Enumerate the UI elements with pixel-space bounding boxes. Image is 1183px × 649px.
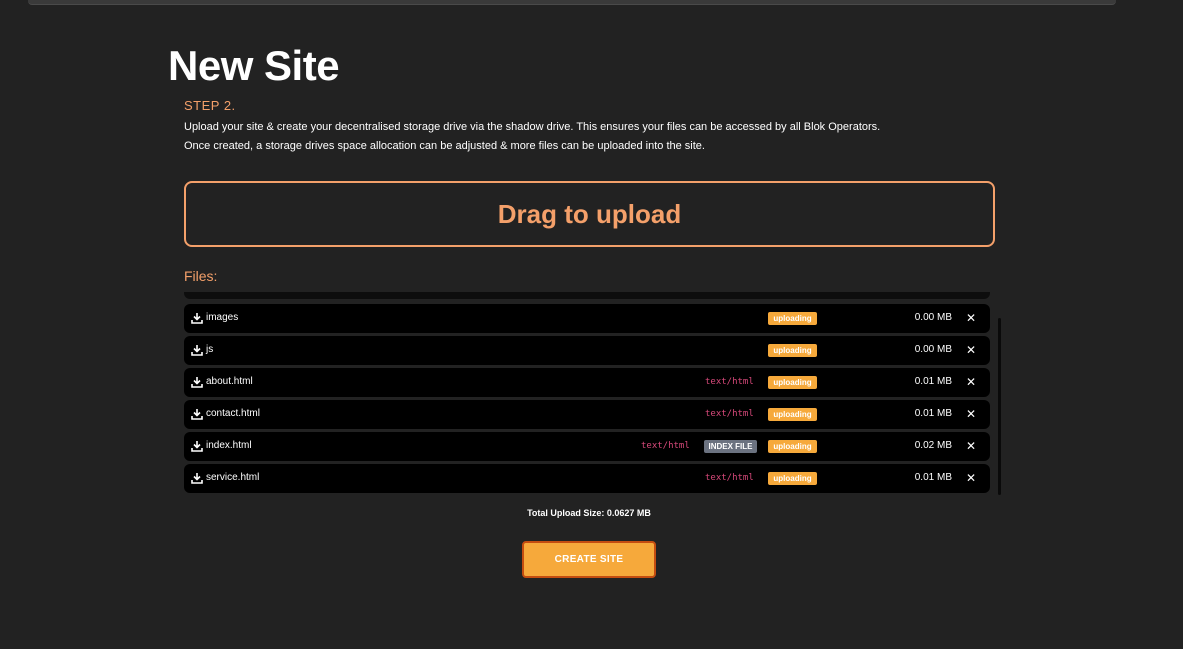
step-description-line-1: Upload your site & create your decentral… — [184, 121, 881, 133]
download-icon — [191, 409, 203, 420]
file-size: 0.01 MB — [914, 472, 952, 483]
download-icon — [191, 441, 203, 452]
file-name: index.html — [206, 440, 252, 451]
file-name: js — [206, 344, 214, 355]
status-badge: uploading — [768, 472, 817, 485]
files-label: Files: — [184, 268, 218, 284]
file-row-partial — [184, 292, 990, 299]
download-icon — [191, 473, 203, 484]
download-icon — [191, 345, 203, 356]
mime-type: text/html — [641, 441, 690, 451]
status-badge: uploading — [768, 440, 817, 453]
status-badge: uploading — [768, 344, 817, 357]
index-file-badge: INDEX FILE — [704, 440, 757, 453]
file-row: about.html text/html uploading 0.01 MB ✕ — [184, 368, 990, 397]
mime-type: text/html — [705, 409, 754, 419]
download-icon — [191, 313, 203, 324]
close-icon[interactable]: ✕ — [965, 471, 977, 485]
download-icon — [191, 377, 203, 388]
file-list-scrollbar[interactable] — [998, 318, 1001, 495]
file-size: 0.00 MB — [914, 312, 952, 323]
step-label: STEP 2. — [184, 98, 236, 113]
status-badge: uploading — [768, 376, 817, 389]
file-row: service.html text/html uploading 0.01 MB… — [184, 464, 990, 493]
file-size: 0.02 MB — [914, 440, 952, 451]
close-icon[interactable]: ✕ — [965, 439, 977, 453]
dropzone-label: Drag to upload — [497, 198, 682, 229]
step-description-line-2: Once created, a storage drives space all… — [184, 140, 705, 152]
file-size: 0.00 MB — [914, 344, 952, 355]
file-name: images — [206, 312, 239, 323]
file-row: index.html text/html INDEX FILE uploadin… — [184, 432, 990, 461]
upload-dropzone[interactable]: Drag to upload — [184, 181, 995, 247]
create-site-button[interactable]: CREATE SITE — [522, 541, 656, 578]
file-row: images uploading 0.00 MB ✕ — [184, 304, 990, 333]
file-name: contact.html — [206, 408, 260, 419]
file-row: js uploading 0.00 MB ✕ — [184, 336, 990, 365]
close-icon[interactable]: ✕ — [965, 375, 977, 389]
file-size: 0.01 MB — [914, 376, 952, 387]
browser-top-edge — [28, 0, 1116, 5]
status-badge: uploading — [768, 312, 817, 325]
mime-type: text/html — [705, 377, 754, 387]
file-size: 0.01 MB — [914, 408, 952, 419]
file-name: about.html — [206, 376, 253, 387]
page-title: New Site — [168, 42, 340, 89]
file-list[interactable]: images uploading 0.00 MB ✕ js uploading … — [184, 292, 990, 494]
close-icon[interactable]: ✕ — [965, 407, 977, 421]
close-icon[interactable]: ✕ — [965, 343, 977, 357]
new-site-page: New Site STEP 2. Upload your site & crea… — [0, 0, 1183, 649]
file-name: service.html — [206, 472, 260, 483]
file-row: contact.html text/html uploading 0.01 MB… — [184, 400, 990, 429]
status-badge: uploading — [768, 408, 817, 421]
mime-type: text/html — [705, 473, 754, 483]
close-icon[interactable]: ✕ — [965, 311, 977, 325]
total-upload-size: Total Upload Size: 0.0627 MB — [527, 508, 651, 518]
